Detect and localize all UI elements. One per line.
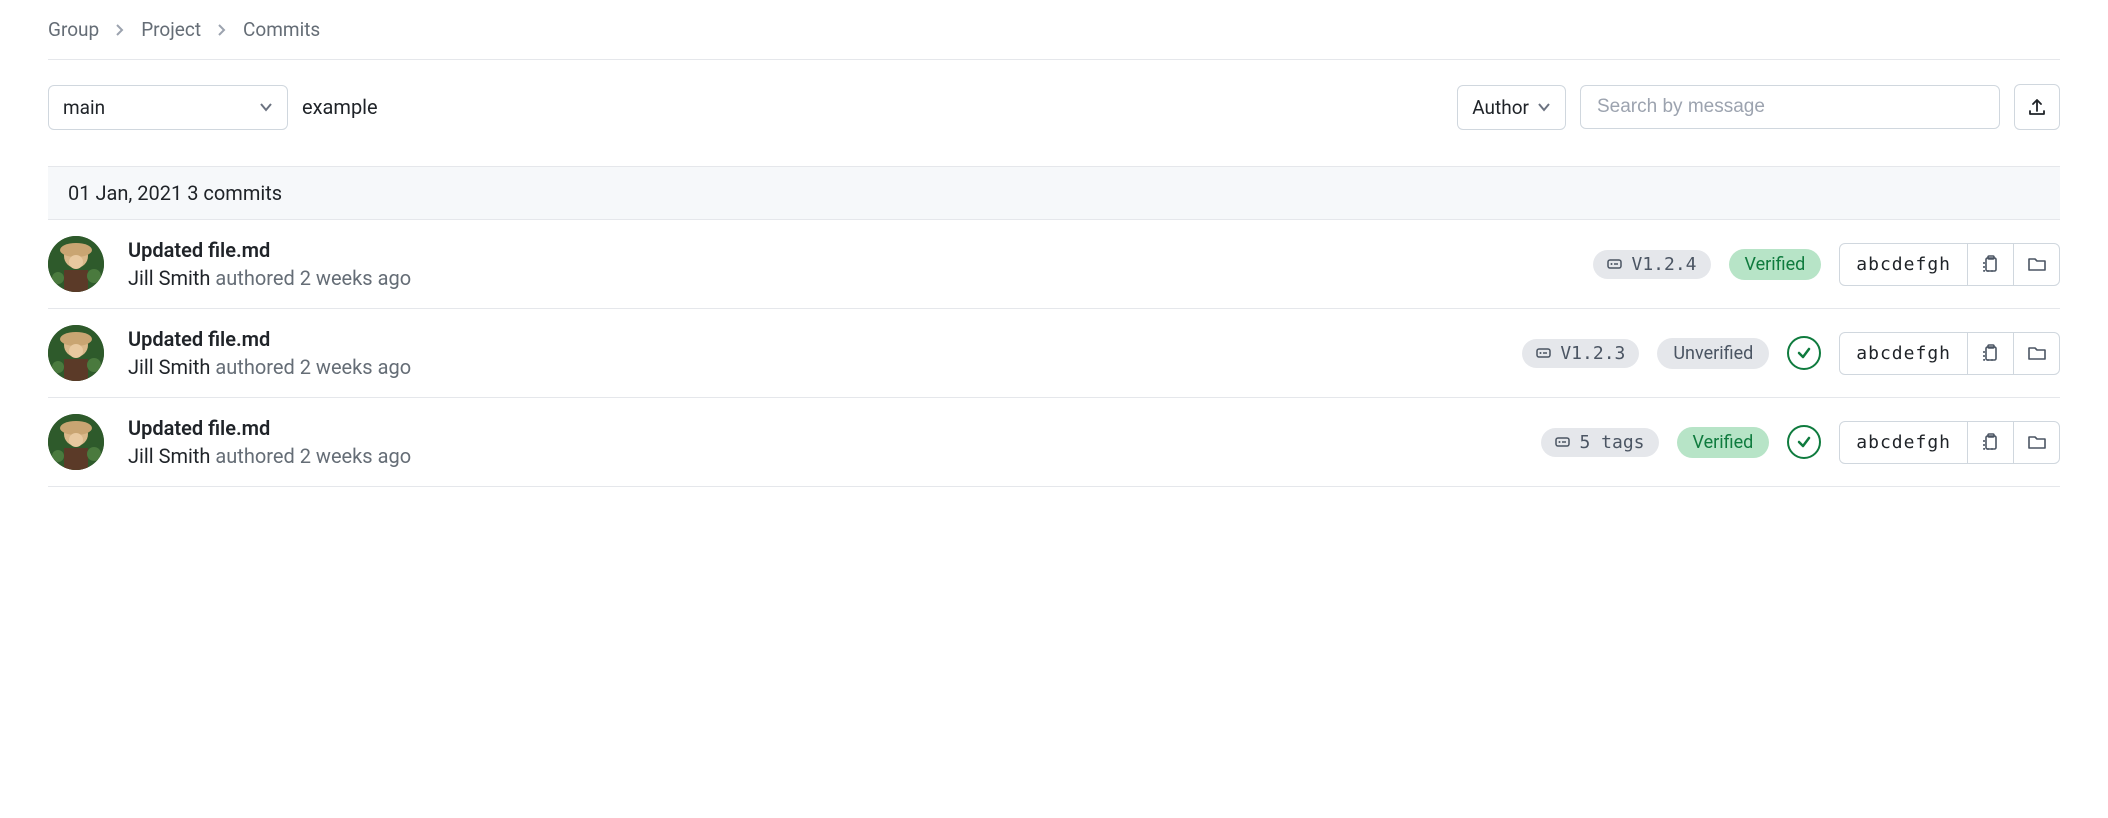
breadcrumb-project[interactable]: Project	[141, 18, 201, 41]
pipeline-status[interactable]	[1787, 425, 1821, 459]
chevron-down-icon	[1537, 102, 1551, 112]
folder-icon	[2027, 432, 2047, 452]
date-header: 01 Jan, 2021 3 commits	[48, 166, 2060, 220]
folder-icon	[2027, 254, 2047, 274]
check-icon	[1795, 433, 1813, 451]
verify-label: Verified	[1693, 432, 1754, 453]
author-filter[interactable]: Author	[1457, 85, 1566, 130]
commit-title[interactable]: Updated file.md	[128, 416, 411, 440]
clipboard-icon	[1981, 432, 2001, 452]
commit-row: Updated file.md Jill Smith authored 2 we…	[48, 220, 2060, 309]
export-button[interactable]	[2014, 84, 2060, 130]
time-text: 2 weeks ago	[300, 266, 411, 290]
author-name[interactable]: Jill Smith	[128, 444, 210, 468]
commit-sha[interactable]: abcdefgh	[1840, 244, 1967, 285]
chevron-down-icon	[259, 102, 273, 112]
copy-sha-button[interactable]	[1967, 333, 2013, 374]
verify-badge[interactable]: Verified	[1677, 427, 1770, 458]
branch-select[interactable]: main	[48, 85, 288, 130]
commit-title[interactable]: Updated file.md	[128, 327, 411, 351]
clipboard-icon	[1981, 343, 2001, 363]
time-text: 2 weeks ago	[300, 444, 411, 468]
commit-sha[interactable]: abcdefgh	[1840, 333, 1967, 374]
tag-icon	[1607, 256, 1623, 272]
avatar[interactable]	[48, 236, 104, 292]
export-icon	[2027, 97, 2047, 117]
author-name[interactable]: Jill Smith	[128, 355, 210, 379]
author-name[interactable]: Jill Smith	[128, 266, 210, 290]
tag-label: V1.2.4	[1631, 254, 1696, 275]
path-text: example	[302, 95, 378, 119]
toolbar: main example Author	[48, 60, 2060, 166]
folder-icon	[2027, 343, 2047, 363]
verify-badge[interactable]: Verified	[1729, 249, 1822, 280]
commit-row: Updated file.md Jill Smith authored 2 we…	[48, 309, 2060, 398]
sha-group: abcdefgh	[1839, 421, 2060, 464]
browse-files-button[interactable]	[2013, 244, 2059, 285]
sha-group: abcdefgh	[1839, 243, 2060, 286]
date-label: 01 Jan, 2021	[68, 181, 182, 205]
clipboard-icon	[1981, 254, 2001, 274]
action-text: authored	[215, 355, 294, 379]
verify-label: Unverified	[1673, 343, 1753, 364]
chevron-right-icon	[217, 24, 227, 36]
action-text: authored	[215, 266, 294, 290]
copy-sha-button[interactable]	[1967, 422, 2013, 463]
tag-label: 5 tags	[1579, 432, 1644, 453]
tag-pill[interactable]: V1.2.4	[1593, 250, 1710, 279]
branch-name: main	[63, 96, 105, 119]
time-text: 2 weeks ago	[300, 355, 411, 379]
tag-label: V1.2.3	[1560, 343, 1625, 364]
browse-files-button[interactable]	[2013, 422, 2059, 463]
avatar[interactable]	[48, 414, 104, 470]
commit-sha[interactable]: abcdefgh	[1840, 422, 1967, 463]
commit-meta: Jill Smith authored 2 weeks ago	[128, 266, 411, 290]
tag-pill[interactable]: 5 tags	[1541, 428, 1658, 457]
tag-icon	[1555, 434, 1571, 450]
commit-meta: Jill Smith authored 2 weeks ago	[128, 355, 411, 379]
tag-pill[interactable]: V1.2.3	[1522, 339, 1639, 368]
copy-sha-button[interactable]	[1967, 244, 2013, 285]
chevron-right-icon	[115, 24, 125, 36]
verify-label: Verified	[1745, 254, 1806, 275]
author-label: Author	[1472, 96, 1529, 119]
check-icon	[1795, 344, 1813, 362]
breadcrumb: Group Project Commits	[48, 18, 2060, 60]
commit-title[interactable]: Updated file.md	[128, 238, 411, 262]
sha-group: abcdefgh	[1839, 332, 2060, 375]
verify-badge[interactable]: Unverified	[1657, 338, 1769, 369]
tag-icon	[1536, 345, 1552, 361]
avatar[interactable]	[48, 325, 104, 381]
browse-files-button[interactable]	[2013, 333, 2059, 374]
search-input[interactable]	[1580, 85, 2000, 129]
breadcrumb-commits[interactable]: Commits	[243, 18, 320, 41]
commit-meta: Jill Smith authored 2 weeks ago	[128, 444, 411, 468]
commit-row: Updated file.md Jill Smith authored 2 we…	[48, 398, 2060, 487]
commit-count: 3 commits	[187, 181, 282, 205]
breadcrumb-group[interactable]: Group	[48, 18, 99, 41]
action-text: authored	[215, 444, 294, 468]
pipeline-status[interactable]	[1787, 336, 1821, 370]
